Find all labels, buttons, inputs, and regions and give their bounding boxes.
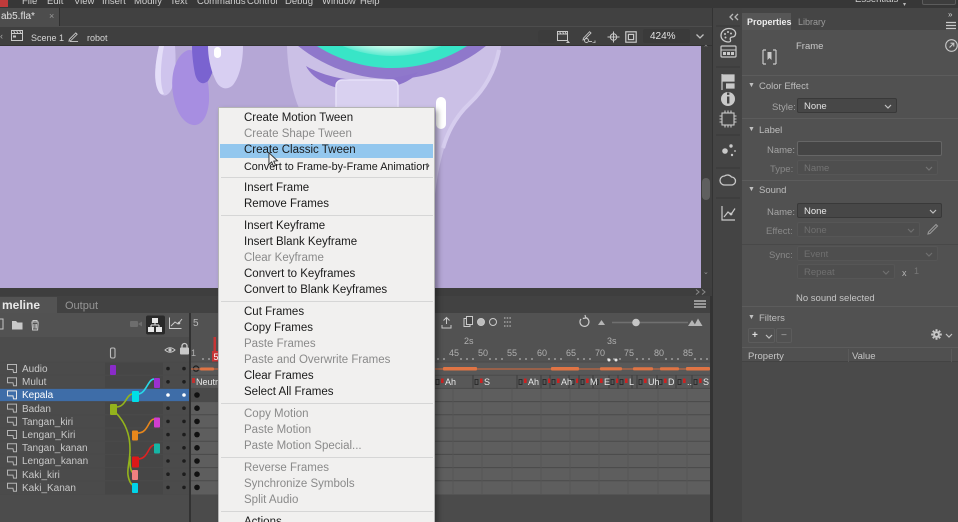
svg-text:Ah: Ah: [528, 377, 539, 387]
svg-text:Ah: Ah: [561, 377, 572, 387]
svg-text:2s: 2s: [464, 336, 474, 346]
svg-text:65: 65: [566, 348, 576, 358]
svg-text:Neutr: Neutr: [196, 377, 218, 387]
svg-text:60: 60: [537, 348, 547, 358]
svg-text:55: 55: [507, 348, 517, 358]
svg-text:Kepala: Kepala: [22, 390, 54, 401]
svg-text:5: 5: [193, 318, 199, 329]
svg-text:Mulut: Mulut: [22, 377, 47, 388]
svg-text:S: S: [703, 377, 709, 387]
svg-text:Lengan_Kiri: Lengan_Kiri: [22, 430, 75, 441]
svg-text:D: D: [668, 377, 675, 387]
svg-text:S: S: [484, 377, 490, 387]
svg-text:meline: meline: [2, 298, 40, 312]
svg-text:Tangan_kiri: Tangan_kiri: [22, 417, 73, 428]
svg-text:Uh: Uh: [648, 377, 660, 387]
svg-text:L: L: [629, 377, 634, 387]
svg-text:3s: 3s: [607, 336, 617, 346]
svg-text:Output: Output: [65, 300, 98, 312]
svg-text:50: 50: [478, 348, 488, 358]
svg-text:M: M: [590, 377, 598, 387]
svg-text:70: 70: [595, 348, 605, 358]
svg-text:E: E: [604, 377, 610, 387]
svg-text:Kaki_kiri: Kaki_kiri: [22, 470, 60, 481]
svg-text:Kaki_Kanan: Kaki_Kanan: [22, 483, 76, 494]
svg-text:45: 45: [449, 348, 459, 358]
svg-text:Lengan_kanan: Lengan_kanan: [22, 456, 88, 467]
svg-text:80: 80: [654, 348, 664, 358]
svg-text:85: 85: [683, 348, 693, 358]
svg-text:75: 75: [624, 348, 634, 358]
svg-text:Ah: Ah: [445, 377, 456, 387]
svg-text:Audio: Audio: [22, 364, 48, 375]
svg-text:..: ..: [687, 377, 692, 387]
svg-text:1: 1: [191, 348, 196, 358]
svg-text:Badan: Badan: [22, 404, 51, 415]
svg-text:Tangan_kanan: Tangan_kanan: [22, 443, 88, 454]
